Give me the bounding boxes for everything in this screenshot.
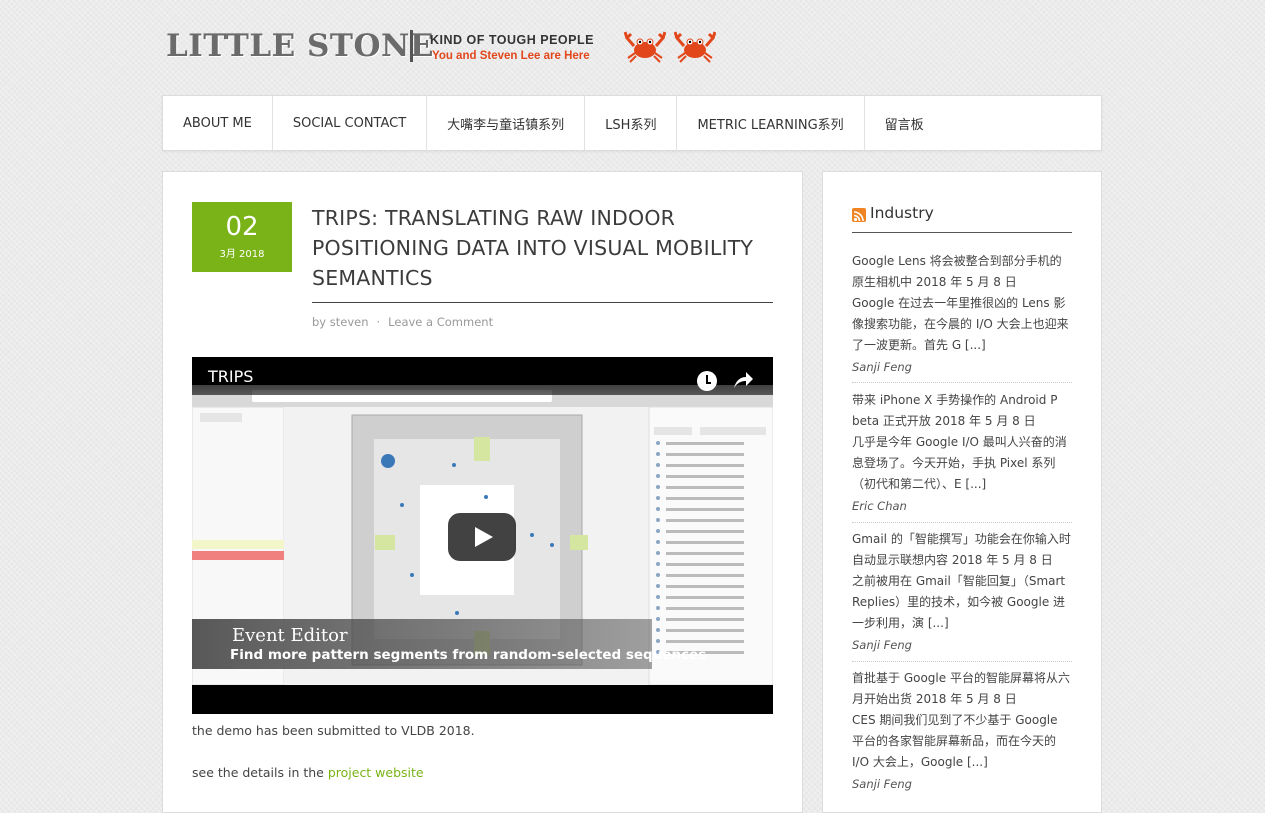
post-paragraph-text: see the details in the [192,765,328,780]
video-overlay-caption: Find more pattern segments from random-s… [230,647,707,663]
post-paragraph: see the details in the project website [192,765,424,780]
post-date-badge: 02 3月 2018 [192,202,292,272]
post-day: 02 [225,212,259,242]
clock-icon[interactable] [697,371,717,391]
post-paragraph: the demo has been submitted to VLDB 2018… [192,723,475,738]
nav-item-lsh-series[interactable]: LSH系列 [585,96,678,150]
feed-item-date: 2018 年 5 月 8 日 [934,414,1036,428]
video-overlay-heading: Event Editor [232,625,348,646]
nav-item-about-me[interactable]: ABOUT ME [163,96,273,150]
post-month: 3月 2018 [219,249,265,260]
feed-divider [852,522,1072,523]
title-divider [312,302,773,303]
main-nav: ABOUT ME SOCIAL CONTACT 大嘴李与童话镇系列 LSH系列 … [162,95,1102,151]
project-website-link[interactable]: project website [328,765,424,780]
post-panel: 02 3月 2018 TRIPS: TRANSLATING RAW INDOOR… [162,171,803,813]
site-title[interactable]: LITTLE STONE [166,28,434,64]
title-separator [410,30,413,62]
feed-divider [852,661,1072,662]
video-top-bar [192,357,773,395]
post-author-link[interactable]: by steven [312,315,369,329]
feed-item-excerpt: CES 期间我们见到了不少基于 Google 平台的各家智能屏幕新品，而在今天的… [852,713,1058,769]
feed-item-date: 2018 年 5 月 8 日 [915,692,1017,706]
share-icon[interactable] [732,370,754,390]
video-title[interactable]: TRIPS [208,367,253,386]
video-player[interactable]: TRIPS Event Editor Find more pattern seg… [192,357,773,714]
feed-item-date: 2018 年 5 月 8 日 [915,275,1017,289]
sidebar: Industry Google Lens 将会被整合到部分手机的原生相机中 20… [822,171,1102,813]
nav-item-social-contact[interactable]: SOCIAL CONTACT [273,96,428,150]
feed-item-excerpt: Google 在过去一年里推很凶的 Lens 影像搜索功能，在今晨的 I/O 大… [852,296,1069,352]
feed-item: 首批基于 Google 平台的智能屏幕将从六月开始出货 2018 年 5 月 8… [852,668,1072,795]
feed-item-excerpt: 之前被用在 Gmail「智能回复」（Smart Replies）里的技术，如今被… [852,574,1066,630]
feed-item-author: Sanji Feng [852,638,912,652]
feed-item-author: Sanji Feng [852,777,912,791]
tagline-top: KIND OF TOUGH PEOPLE [430,33,594,47]
nav-item-fairy-town-series[interactable]: 大嘴李与童话镇系列 [427,96,586,150]
crab-icon [674,31,716,63]
feed-item: Gmail 的「智能撰写」功能会在你输入时自动显示联想内容 2018 年 5 月… [852,529,1072,656]
crab-icon [624,31,666,63]
widget-title[interactable]: Industry [870,204,934,222]
nav-item-metric-learning-series[interactable]: METRIC LEARNING系列 [677,96,865,150]
tagline-bottom: You and Steven Lee are Here [432,50,590,62]
post-title[interactable]: TRIPS: TRANSLATING RAW INDOOR POSITIONIN… [312,203,774,293]
play-icon[interactable] [448,513,516,561]
rss-icon[interactable] [852,208,866,222]
leave-comment-link[interactable]: Leave a Comment [388,315,493,329]
feed-item-author: Sanji Feng [852,360,912,374]
feed-item: 带来 iPhone X 手势操作的 Android P beta 正式开放 20… [852,390,1072,517]
feed-divider [852,382,1072,383]
feed-item-date: 2018 年 5 月 8 日 [951,553,1053,567]
meta-separator: · [376,315,381,329]
post-meta: by steven · Leave a Comment [312,315,493,329]
feed-item-author: Eric Chan [852,499,907,513]
feed-item-excerpt: 几乎是今年 Google I/O 最叫人兴奋的消息登场了。今天开始，手执 Pix… [852,435,1067,491]
nav-item-guestbook[interactable]: 留言板 [865,96,944,150]
feed-item: Google Lens 将会被整合到部分手机的原生相机中 2018 年 5 月 … [852,251,1072,378]
widget-header: Industry [852,202,1072,233]
